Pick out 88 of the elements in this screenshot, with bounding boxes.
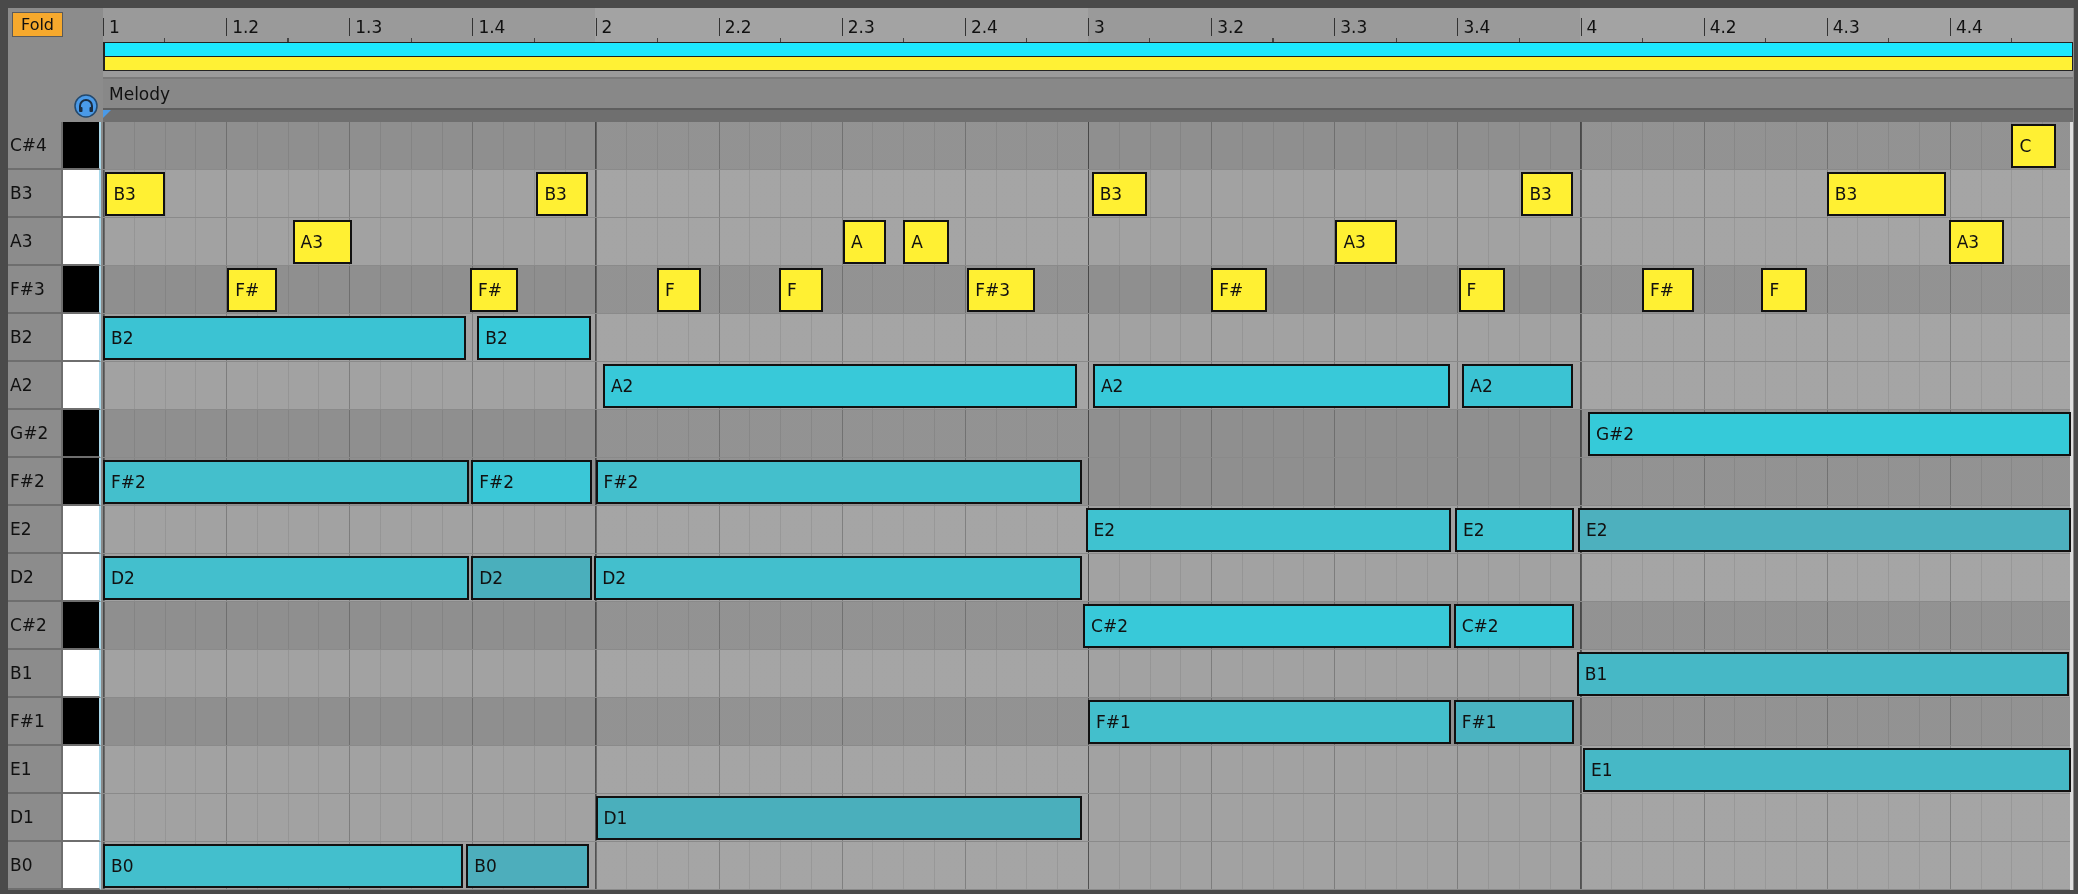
pitch-label[interactable]: F#2 — [8, 458, 63, 506]
midi-note[interactable]: D2 — [471, 556, 592, 600]
ruler-label: 2.4 — [964, 18, 998, 36]
midi-note[interactable]: F — [657, 268, 702, 312]
ruler-label: 2 — [595, 18, 613, 36]
ruler-label: 1.3 — [349, 18, 383, 36]
midi-note[interactable]: C#2 — [1083, 604, 1452, 648]
midi-note[interactable]: B2 — [103, 316, 467, 360]
pitch-label[interactable]: C#2 — [8, 602, 63, 650]
midi-note[interactable]: E2 — [1085, 508, 1452, 552]
midi-note[interactable]: D2 — [103, 556, 469, 600]
midi-note[interactable]: F — [778, 268, 824, 312]
midi-note[interactable]: A2 — [1462, 364, 1574, 408]
midi-note[interactable]: B3 — [1521, 172, 1574, 216]
midi-note[interactable]: B0 — [103, 844, 463, 888]
midi-note[interactable]: F# — [1642, 268, 1694, 312]
midi-note[interactable]: D2 — [594, 556, 1082, 600]
midi-note[interactable]: A — [842, 220, 887, 264]
midi-note[interactable]: F#1 — [1088, 700, 1452, 744]
midi-note[interactable]: C#2 — [1453, 604, 1575, 648]
midi-note[interactable]: B3 — [536, 172, 589, 216]
ruler-label: 4.3 — [1826, 18, 1860, 36]
ruler-label: 3.3 — [1334, 18, 1368, 36]
ruler-label: 4.4 — [1949, 18, 1983, 36]
headphones-icon[interactable] — [74, 94, 98, 118]
midi-note[interactable]: F#2 — [595, 460, 1082, 504]
piano-key[interactable] — [63, 458, 101, 506]
piano-key[interactable] — [63, 122, 101, 170]
midi-note[interactable]: F#2 — [471, 460, 592, 504]
pitch-label[interactable]: A3 — [8, 218, 63, 266]
lane-label: Melody — [108, 83, 171, 104]
timeline-ruler[interactable]: 1 1.2 1.3 1.4 2 2.2 2.3 2.4 3 3.2 3.3 3.4 4 4.2 4.3 4.4 — [103, 8, 2073, 42]
midi-note[interactable]: F — [1458, 268, 1506, 312]
pitch-label[interactable]: B2 — [8, 314, 63, 362]
pitch-label[interactable]: D2 — [8, 554, 63, 602]
pitch-label[interactable]: C#4 — [8, 122, 63, 170]
midi-note[interactable]: B3 — [1826, 172, 1947, 216]
ruler-label: 3 — [1088, 18, 1105, 36]
midi-note[interactable]: B2 — [477, 316, 591, 360]
pitch-label[interactable]: B3 — [8, 170, 63, 218]
ruler-label: 1.2 — [226, 18, 260, 36]
midi-note[interactable]: D1 — [595, 796, 1082, 840]
midi-note[interactable]: B0 — [466, 844, 590, 888]
ruler-label: 4 — [1580, 18, 1598, 36]
midi-note[interactable]: A3 — [1948, 220, 2005, 264]
midi-note[interactable]: F#1 — [1453, 700, 1575, 744]
midi-note[interactable]: E2 — [1454, 508, 1575, 552]
ruler-label: 2.3 — [841, 18, 875, 36]
ruler-label: 4.2 — [1703, 18, 1737, 36]
ruler-label: 1 — [103, 18, 120, 36]
pitch-label[interactable]: B1 — [8, 650, 63, 698]
ruler-label: 2.2 — [718, 18, 752, 36]
pitch-label[interactable]: B0 — [8, 842, 63, 890]
piano-key[interactable] — [63, 698, 101, 746]
midi-note[interactable]: F# — [1211, 268, 1267, 312]
pitch-label[interactable]: F#1 — [8, 698, 63, 746]
midi-note[interactable]: A3 — [292, 220, 352, 264]
piano-key[interactable] — [63, 410, 101, 458]
ruler-label: 1.4 — [472, 18, 506, 36]
note-grid[interactable]: C B3 B3 B3 B3 B3 A3 A A A3 A3 F# F# F F F#3 F# F F# F B2 B2 A2 A2 A2 G#2 F#2 F#2 F#2 E2 E2 E2 D2 D2 D2 C#2 C#2 B1 F#1 F#1 E1 D1 B0 B0 — [103, 122, 2073, 890]
fold-button[interactable]: Fold — [12, 12, 64, 37]
pitch-label[interactable]: E1 — [8, 746, 63, 794]
piano-key[interactable] — [63, 266, 101, 314]
pitch-label[interactable]: F#3 — [8, 266, 63, 314]
midi-note[interactable]: F# — [227, 268, 277, 312]
ruler-label: 3.2 — [1211, 18, 1245, 36]
midi-note[interactable]: F# — [469, 268, 518, 312]
midi-note[interactable]: E2 — [1578, 508, 2071, 552]
midi-note[interactable]: A — [903, 220, 949, 264]
midi-note[interactable]: B3 — [1091, 172, 1148, 216]
pitch-label[interactable]: G#2 — [8, 410, 63, 458]
midi-note[interactable]: B3 — [105, 172, 165, 216]
loop-start-marker-icon — [103, 110, 111, 118]
midi-note[interactable]: F#2 — [103, 460, 469, 504]
midi-note[interactable]: B1 — [1576, 652, 2070, 696]
ruler-label: 3.4 — [1457, 18, 1491, 36]
midi-note[interactable]: A3 — [1335, 220, 1398, 264]
midi-note[interactable]: F#3 — [967, 268, 1036, 312]
midi-note[interactable]: C — [2011, 124, 2056, 168]
midi-note[interactable]: A2 — [602, 364, 1077, 408]
piano-key[interactable] — [63, 602, 101, 650]
pitch-label[interactable]: A2 — [8, 362, 63, 410]
midi-note[interactable]: G#2 — [1587, 412, 2071, 456]
pitch-label[interactable]: D1 — [8, 794, 63, 842]
pitch-label[interactable]: E2 — [8, 506, 63, 554]
midi-note[interactable]: A2 — [1092, 364, 1450, 408]
midi-note[interactable]: F — [1761, 268, 1808, 312]
midi-note[interactable]: E1 — [1582, 748, 2071, 792]
